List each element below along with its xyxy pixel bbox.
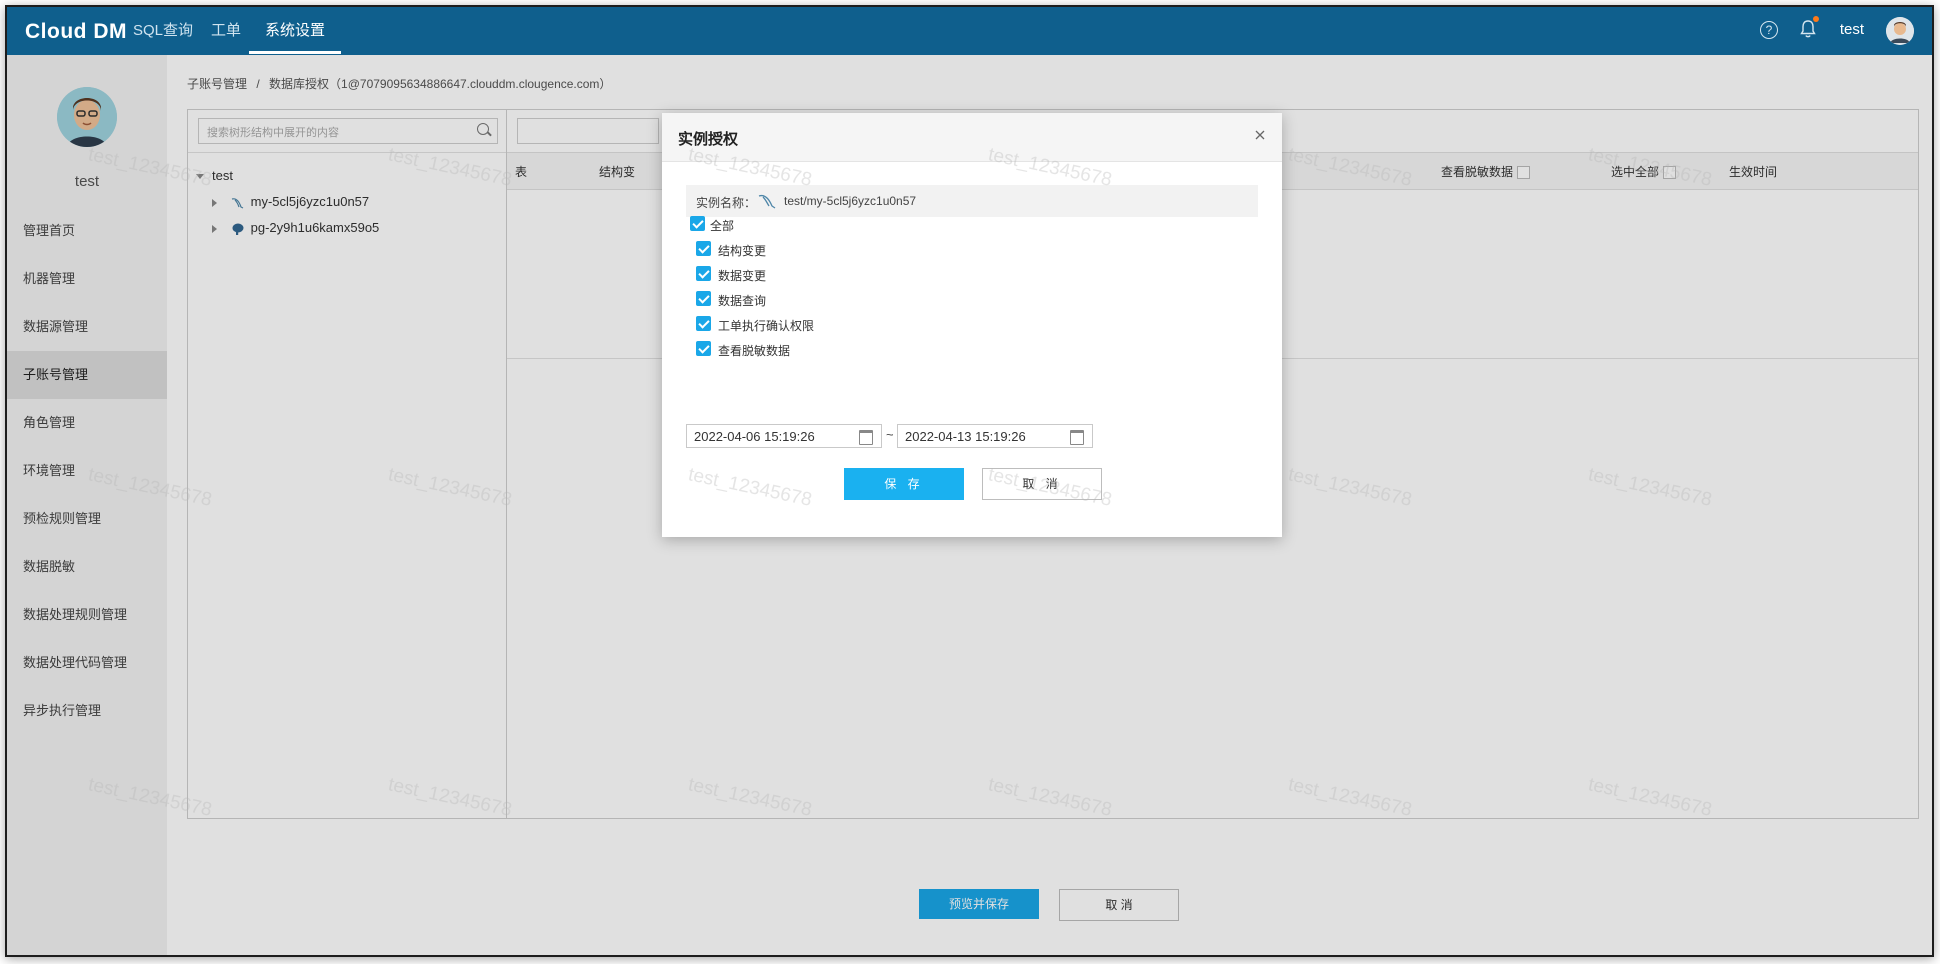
nav-tab-sql-query[interactable]: SQL查询 xyxy=(131,7,195,55)
instance-name-row: 实例名称： test/my-5cl5j6yzc1u0n57 xyxy=(686,185,1258,217)
dialog-title: 实例授权 xyxy=(678,131,739,148)
mysql-icon xyxy=(758,194,776,209)
perm-label: 查看脱敏数据 xyxy=(718,344,791,358)
nav-tab-work-order[interactable]: 工单 xyxy=(209,7,243,55)
date-range-separator: ~ xyxy=(886,427,894,442)
user-avatar[interactable] xyxy=(1886,17,1914,45)
top-nav-bar: Cloud DM SQL查询 工单 系统设置 ? test xyxy=(7,7,1932,55)
checkbox-checked[interactable] xyxy=(696,316,711,331)
instance-name-value: test/my-5cl5j6yzc1u0n57 xyxy=(784,194,917,208)
bell-icon[interactable] xyxy=(1800,19,1816,39)
perm-label: 工单执行确认权限 xyxy=(718,319,815,333)
top-user-name[interactable]: test xyxy=(1840,21,1864,38)
notification-dot xyxy=(1813,16,1819,22)
calendar-icon[interactable] xyxy=(1070,430,1084,445)
save-button[interactable]: 保 存 xyxy=(844,468,964,500)
checkbox-checked[interactable] xyxy=(696,291,711,306)
start-date-value: 2022-04-06 15:19:26 xyxy=(694,429,815,444)
checkbox-checked[interactable] xyxy=(690,216,705,231)
app-window: Cloud DM SQL查询 工单 系统设置 ? test test 管理首页 … xyxy=(5,5,1934,957)
checkbox-checked[interactable] xyxy=(696,266,711,281)
app-logo: Cloud DM xyxy=(25,20,127,43)
perm-label: 数据变更 xyxy=(718,269,767,283)
perm-label: 全部 xyxy=(710,219,735,233)
close-icon[interactable] xyxy=(1252,127,1268,143)
calendar-icon[interactable] xyxy=(859,430,873,445)
start-date-input[interactable]: 2022-04-06 15:19:26 xyxy=(686,424,882,448)
perm-label: 数据查询 xyxy=(718,294,767,308)
dialog-header: 实例授权 xyxy=(662,113,1282,162)
nav-tab-system-settings[interactable]: 系统设置 xyxy=(248,7,342,55)
help-icon[interactable]: ? xyxy=(1760,21,1778,39)
end-date-input[interactable]: 2022-04-13 15:19:26 xyxy=(897,424,1093,448)
instance-name-label: 实例名称： xyxy=(696,196,757,210)
end-date-value: 2022-04-13 15:19:26 xyxy=(905,429,1026,444)
perm-label: 结构变更 xyxy=(718,244,767,258)
checkbox-checked[interactable] xyxy=(696,241,711,256)
checkbox-checked[interactable] xyxy=(696,341,711,356)
